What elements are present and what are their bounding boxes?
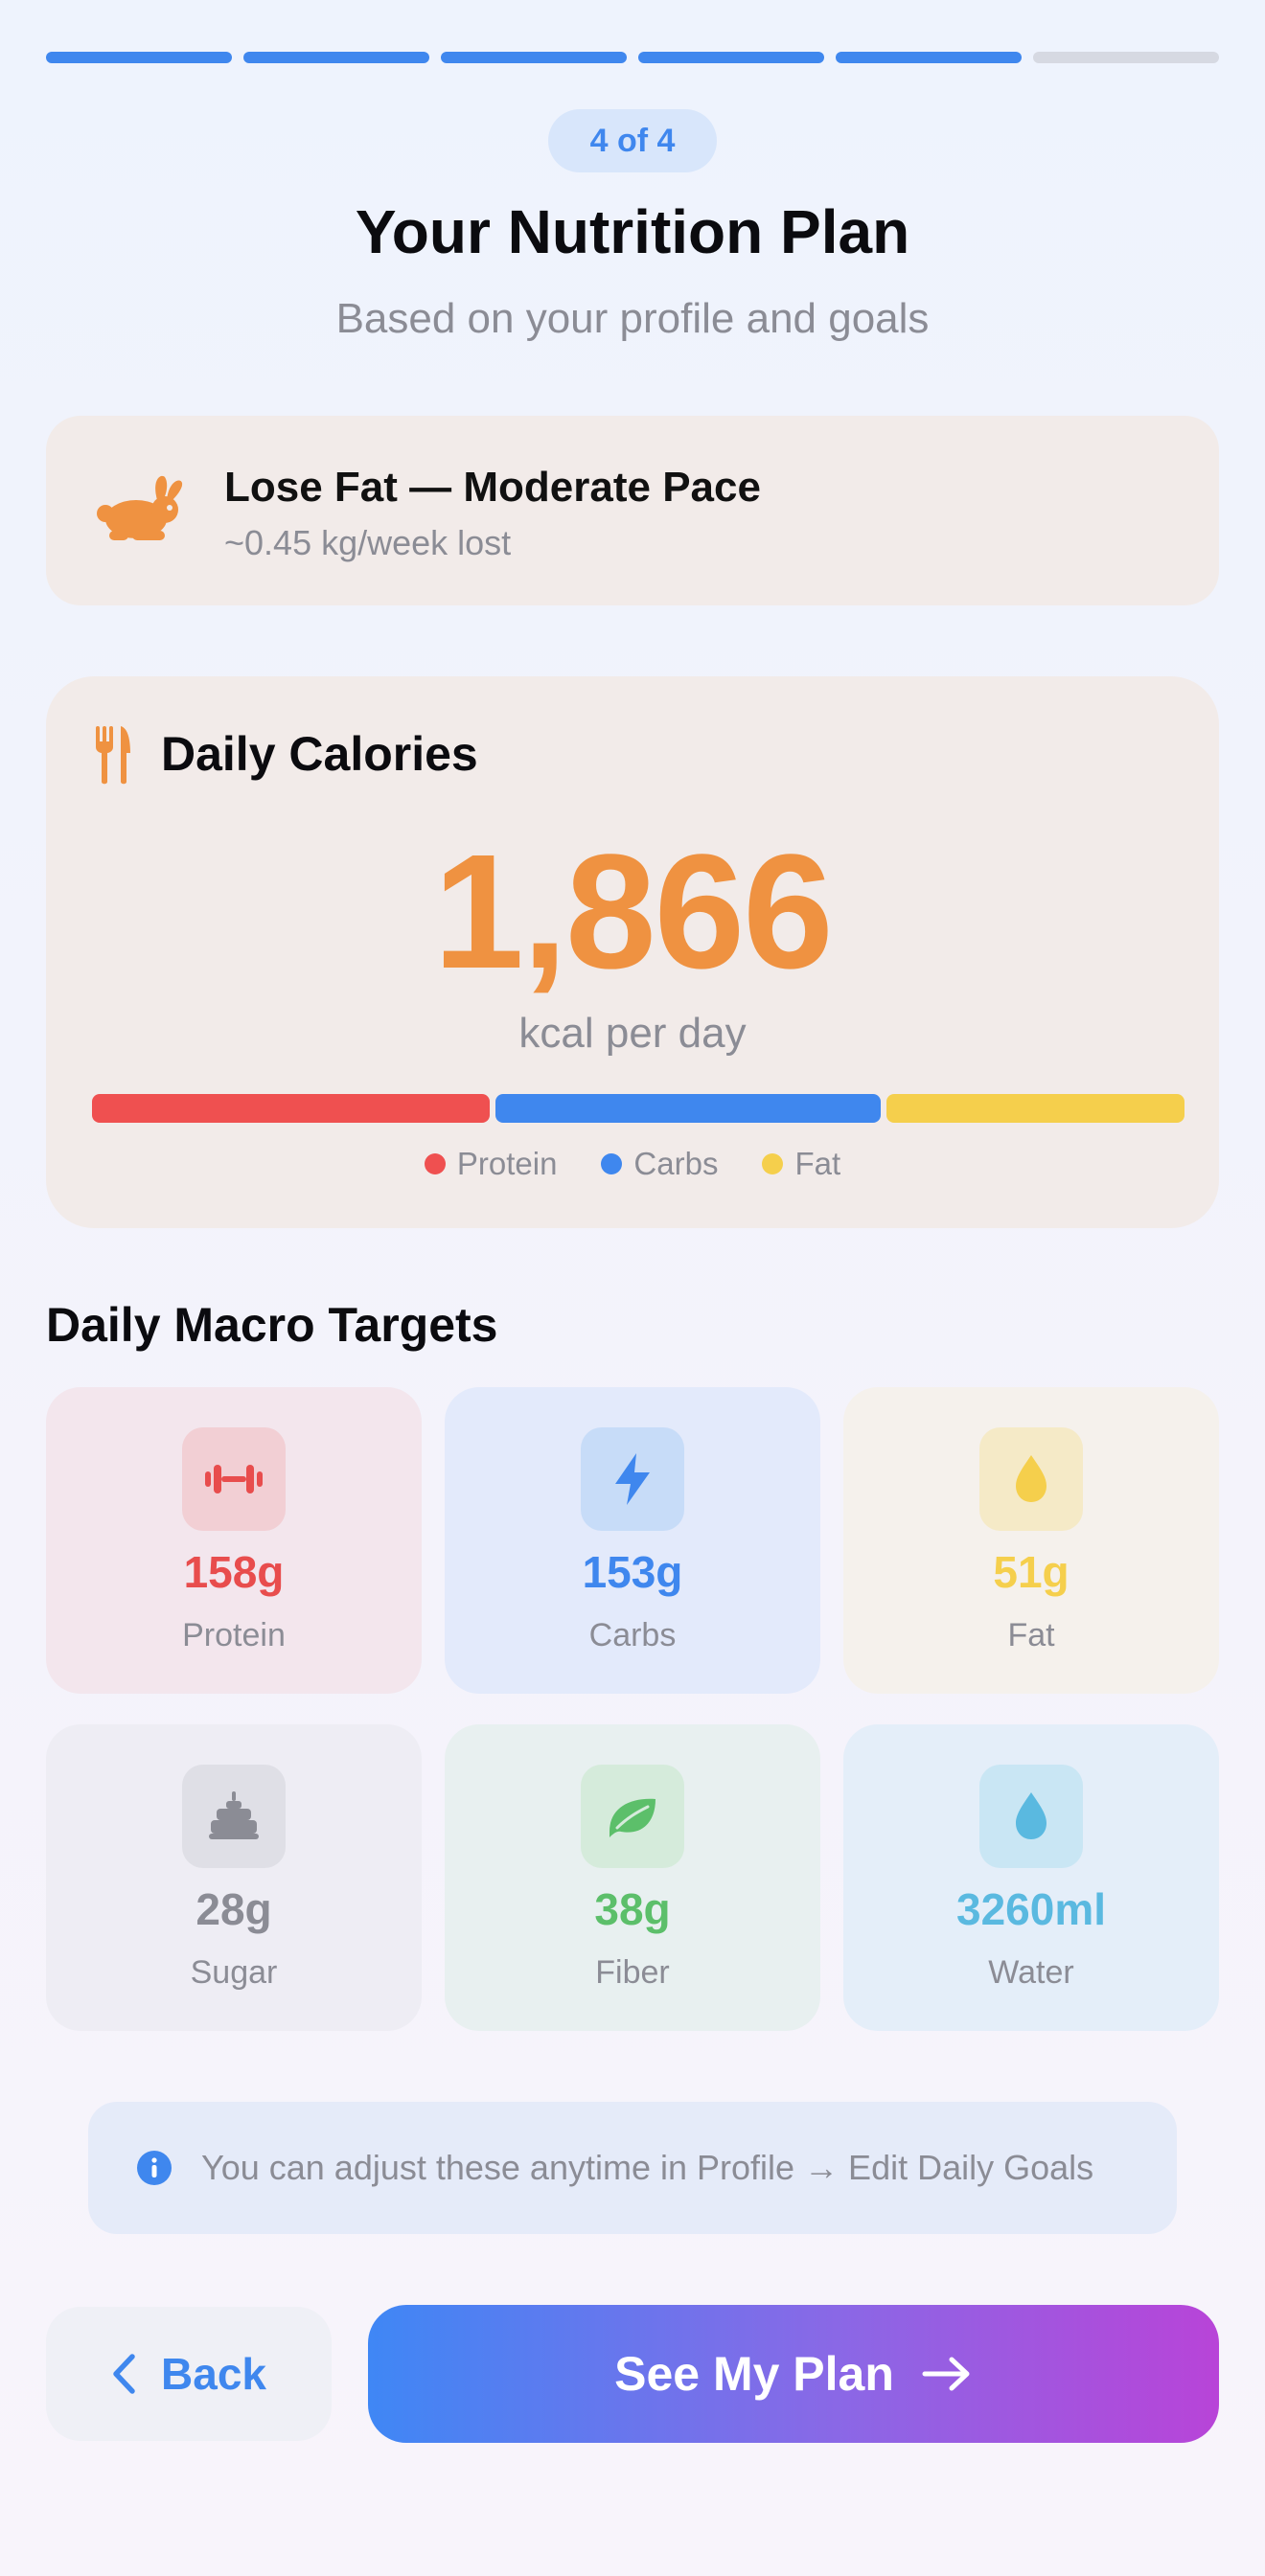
legend-dot bbox=[762, 1153, 784, 1174]
macro-label: Fat bbox=[1007, 1617, 1055, 1653]
step-counter-badge: 4 of 4 bbox=[548, 109, 717, 172]
macro-icon-box bbox=[581, 1765, 684, 1868]
progress-segment bbox=[46, 52, 232, 63]
legend-dot bbox=[601, 1153, 623, 1174]
macro-split-fat bbox=[886, 1094, 1184, 1123]
legend-item-fat: Fat bbox=[762, 1146, 840, 1182]
info-icon bbox=[137, 2151, 172, 2185]
macro-icon-box bbox=[182, 1765, 286, 1868]
macro-tile-fat: 51g Fat bbox=[843, 1387, 1219, 1694]
page-title: Your Nutrition Plan bbox=[355, 197, 910, 266]
macro-label: Fiber bbox=[595, 1954, 670, 1991]
rabbit-icon bbox=[97, 475, 183, 540]
leaf-icon bbox=[610, 1798, 656, 1837]
legend-item-protein: Protein bbox=[424, 1146, 558, 1182]
goal-rate: ~0.45 kg/week lost bbox=[224, 523, 512, 562]
macro-value: 153g bbox=[582, 1547, 683, 1597]
macro-split-bar bbox=[92, 1094, 1184, 1123]
back-button[interactable]: Back bbox=[46, 2307, 332, 2441]
back-button-label: Back bbox=[161, 2349, 266, 2399]
macro-targets-grid: 158g Protein 153g Carbs 51g Fat 28g Suga… bbox=[46, 1387, 1219, 2031]
calories-unit: kcal per day bbox=[518, 1010, 747, 1057]
drop-icon bbox=[1016, 1455, 1046, 1502]
macro-targets-heading: Daily Macro Targets bbox=[46, 1298, 498, 1352]
macro-legend: Protein Carbs Fat bbox=[46, 1146, 1219, 1182]
macro-value: 3260ml bbox=[955, 1884, 1106, 1934]
goal-summary-card: Lose Fat — Moderate Pace ~0.45 kg/week l… bbox=[46, 416, 1219, 605]
macro-tile-sugar: 28g Sugar bbox=[46, 1724, 422, 2031]
bolt-icon bbox=[615, 1453, 650, 1505]
calories-label: Daily Calories bbox=[161, 727, 478, 781]
progress-segment bbox=[1033, 52, 1219, 63]
macro-icon-box bbox=[581, 1427, 684, 1531]
macro-tile-fiber: 38g Fiber bbox=[445, 1724, 820, 2031]
macro-value: 28g bbox=[196, 1884, 272, 1934]
progress-segment bbox=[243, 52, 429, 63]
macro-tile-water: 3260ml Water bbox=[843, 1724, 1219, 2031]
goal-title: Lose Fat — Moderate Pace bbox=[224, 464, 761, 511]
legend-label: Carbs bbox=[633, 1146, 719, 1181]
progress-segment bbox=[836, 52, 1022, 63]
progress-segment bbox=[638, 52, 824, 63]
legend-label: Fat bbox=[794, 1146, 841, 1181]
fork-knife-icon bbox=[96, 726, 130, 785]
macro-tile-protein: 158g Protein bbox=[46, 1387, 422, 1694]
see-my-plan-label: See My Plan bbox=[614, 2347, 894, 2401]
macro-label: Sugar bbox=[190, 1954, 278, 1991]
macro-value: 38g bbox=[594, 1884, 671, 1934]
macro-icon-box bbox=[182, 1427, 286, 1531]
legend-label: Protein bbox=[456, 1146, 558, 1181]
page-subtitle: Based on your profile and goals bbox=[335, 295, 930, 342]
macro-tile-carbs: 153g Carbs bbox=[445, 1387, 820, 1694]
macro-label: Carbs bbox=[588, 1617, 677, 1653]
water-drop-icon bbox=[1016, 1792, 1046, 1839]
cake-icon bbox=[209, 1791, 259, 1839]
macro-icon-box bbox=[979, 1765, 1083, 1868]
daily-calories-card: Daily Calories 1,866 kcal per day Protei… bbox=[46, 676, 1219, 1228]
macro-value: 158g bbox=[183, 1547, 285, 1597]
macro-split-carbs bbox=[495, 1094, 881, 1123]
calories-value: 1,866 bbox=[433, 821, 833, 1003]
adjust-goals-text: You can adjust these anytime in Profile … bbox=[201, 2148, 1094, 2187]
dumbbell-icon bbox=[205, 1465, 263, 1493]
progress-segment bbox=[441, 52, 627, 63]
see-my-plan-button[interactable]: See My Plan bbox=[368, 2305, 1219, 2443]
macro-value: 51g bbox=[993, 1547, 1070, 1597]
macro-label: Protein bbox=[182, 1617, 286, 1653]
macro-icon-box bbox=[979, 1427, 1083, 1531]
macro-label: Water bbox=[988, 1954, 1074, 1991]
arrow-right-icon bbox=[922, 2357, 970, 2391]
macro-split-protein bbox=[92, 1094, 490, 1123]
step-progress bbox=[46, 52, 1219, 63]
legend-dot bbox=[424, 1153, 446, 1174]
legend-item-carbs: Carbs bbox=[601, 1146, 718, 1182]
chevron-left-icon bbox=[113, 2354, 135, 2394]
adjust-goals-note: You can adjust these anytime in Profile … bbox=[88, 2102, 1177, 2234]
